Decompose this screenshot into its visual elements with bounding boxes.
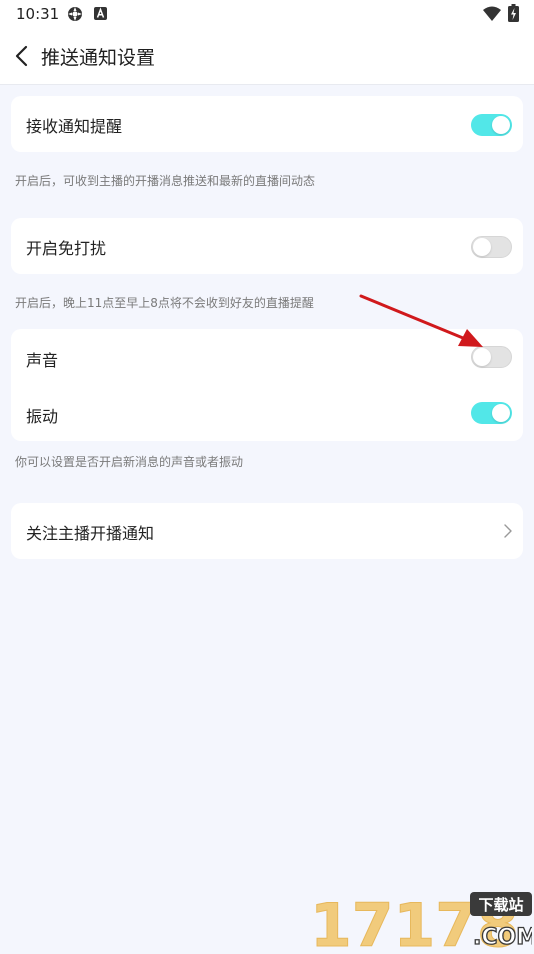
annotation-arrow-icon: [359, 294, 483, 347]
vibration-toggle[interactable]: [471, 402, 512, 424]
dnd-row[interactable]: 开启免打扰: [11, 218, 523, 274]
chevron-right-icon: [504, 524, 512, 538]
watermark-graphic-icon: 17178 下载站 .COM: [310, 891, 534, 954]
watermark-badge: 下载站: [478, 896, 523, 914]
dnd-label: 开启免打扰: [26, 239, 107, 258]
page-title: 推送通知设置: [41, 47, 156, 69]
sound-label: 声音: [26, 351, 59, 370]
watermark-domain: .COM: [473, 925, 532, 950]
app-bar: 推送通知设置: [0, 28, 534, 85]
follow-streamer-row[interactable]: 关注主播开播通知: [11, 503, 523, 559]
vibration-hint: 你可以设置是否开启新消息的声音或者振动: [15, 455, 244, 469]
battery-icon: [508, 4, 519, 22]
receive-notifications-row[interactable]: 接收通知提醒: [11, 96, 523, 152]
watermark-logo: 17178 下载站 .COM: [310, 888, 534, 954]
gear-status-icon: [68, 7, 82, 21]
dnd-card: 开启免打扰: [11, 218, 523, 274]
toggle-knob: [473, 238, 491, 256]
wifi-icon: [483, 6, 501, 21]
a-status-icon: [94, 7, 107, 20]
receive-hint: 开启后，可收到主播的开播消息推送和最新的直播间动态: [15, 174, 316, 188]
vibration-row[interactable]: 振动: [11, 385, 523, 441]
status-bar: 10:31: [0, 0, 534, 28]
receive-card: 接收通知提醒: [11, 96, 523, 152]
dnd-toggle[interactable]: [471, 236, 512, 258]
follow-streamer-label: 关注主播开播通知: [26, 524, 155, 543]
back-arrow-icon[interactable]: [12, 44, 32, 68]
follow-card: 关注主播开播通知: [11, 503, 523, 559]
status-time: 10:31: [16, 5, 60, 23]
vibration-label: 振动: [26, 407, 59, 426]
receive-notifications-toggle[interactable]: [471, 114, 512, 136]
toggle-knob: [473, 348, 491, 366]
dnd-hint: 开启后，晚上11点至早上8点将不会收到好友的直播提醒: [15, 296, 314, 310]
receive-notifications-label: 接收通知提醒: [26, 117, 123, 136]
toggle-knob: [492, 404, 510, 422]
toggle-knob: [492, 116, 510, 134]
